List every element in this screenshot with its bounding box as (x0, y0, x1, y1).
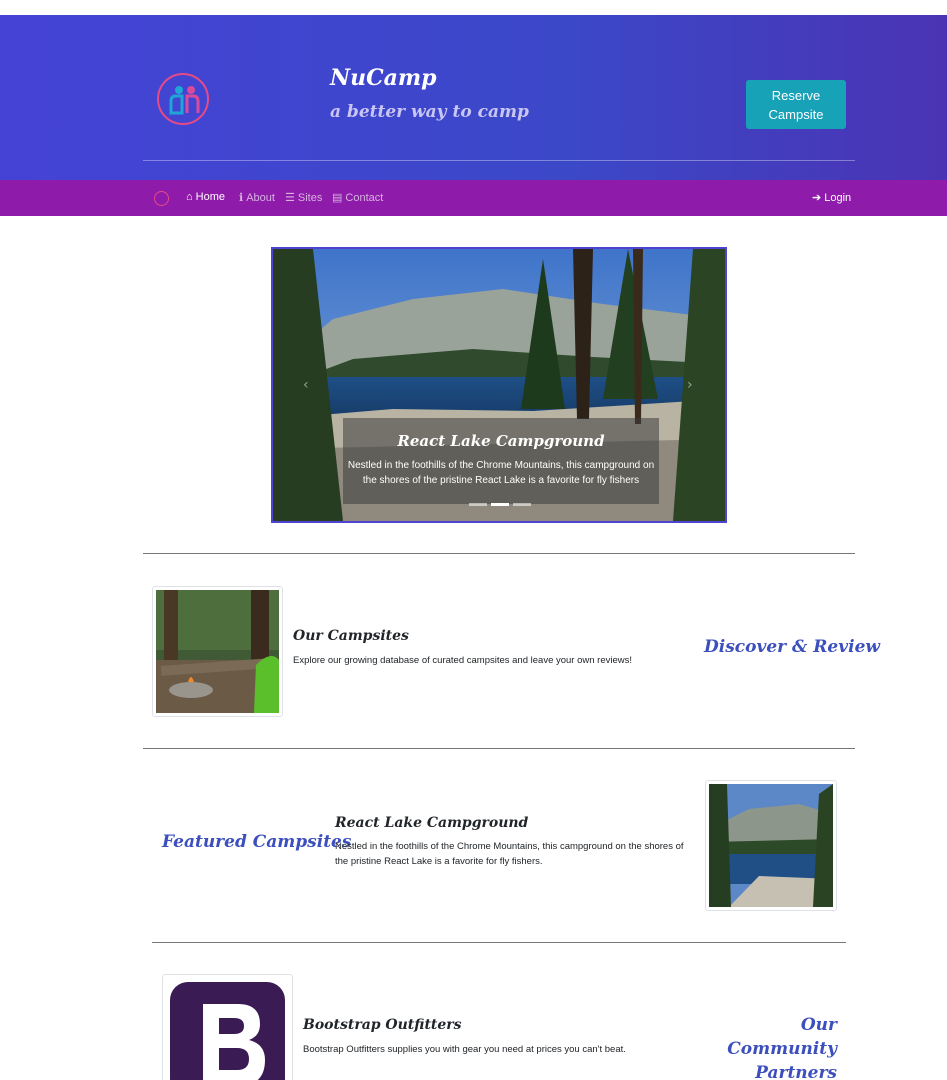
partner-thumbnail (162, 974, 293, 1080)
featured-text: Nestled in the foothills of the Chrome M… (335, 841, 684, 867)
partner-title: Bootstrap Outfitters (303, 1017, 462, 1033)
nav-contact-label: Contact (345, 191, 384, 204)
nucamp-logo[interactable] (157, 73, 209, 125)
react-lake-photo (709, 784, 833, 907)
info-icon: ℹ (239, 192, 244, 204)
bootstrap-logo (170, 982, 285, 1080)
hero-carousel[interactable]: ‹ › React Lake Campground Nestled in the… (271, 247, 727, 523)
main-navbar: ⌂ Home ℹ About ☰ Sites ▤ Contact ➔ Login (0, 180, 947, 216)
section-divider (152, 942, 846, 943)
carousel-caption: React Lake Campground Nestled in the foo… (343, 418, 659, 504)
section-divider (143, 748, 855, 749)
carousel-indicator-1[interactable] (469, 503, 487, 506)
brand-tagline: a better way to camp (330, 102, 529, 122)
nav-home-label: Home (195, 191, 225, 203)
header-divider (143, 160, 855, 161)
nav-contact[interactable]: ▤ Contact (332, 191, 384, 205)
carousel-caption-title: React Lake Campground (397, 432, 605, 450)
nav-sites[interactable]: ☰ Sites (285, 191, 323, 205)
campsites-text: Explore our growing database of curated … (293, 655, 633, 666)
login-label: Login (824, 191, 852, 204)
reserve-campsite-button[interactable]: Reserve Campsite (746, 80, 846, 129)
login-link[interactable]: ➔ Login (812, 191, 852, 205)
address-card-icon: ▤ (332, 192, 343, 204)
featured-campsites-heading: Featured Campsites (162, 832, 352, 852)
carousel-caption-text: Nestled in the foothills of the Chrome M… (347, 460, 655, 486)
nav-about[interactable]: ℹ About (239, 191, 275, 205)
partner-text: Bootstrap Outfitters supplies you with g… (303, 1044, 626, 1055)
campers-icon (169, 86, 200, 115)
nav-about-label: About (246, 191, 275, 204)
campsites-title: Our Campsites (293, 628, 409, 644)
sign-in-icon: ➔ (812, 192, 822, 204)
discover-review-heading: Discover & Review (704, 637, 881, 657)
section-divider (143, 553, 855, 554)
featured-thumbnail (705, 780, 837, 911)
community-partners-heading: Our Community Partners (727, 1015, 837, 1080)
nav-sites-label: Sites (297, 191, 323, 204)
brand-title: NuCamp (330, 65, 437, 91)
featured-title: React Lake Campground (335, 815, 529, 831)
carousel-indicator-3[interactable] (513, 503, 531, 506)
site-header: NuCamp a better way to camp Reserve Camp… (0, 15, 947, 180)
carousel-next-icon[interactable]: › (687, 377, 693, 393)
home-icon: ⌂ (186, 191, 193, 203)
campsite-thumbnail (152, 586, 283, 717)
campfire-photo (156, 590, 279, 713)
nav-home[interactable]: ⌂ Home (186, 191, 225, 203)
list-icon: ☰ (285, 192, 295, 204)
carousel-indicator-2[interactable] (491, 503, 509, 506)
carousel-prev-icon[interactable]: ‹ (303, 377, 309, 393)
navbar-logo-icon[interactable] (154, 191, 169, 206)
